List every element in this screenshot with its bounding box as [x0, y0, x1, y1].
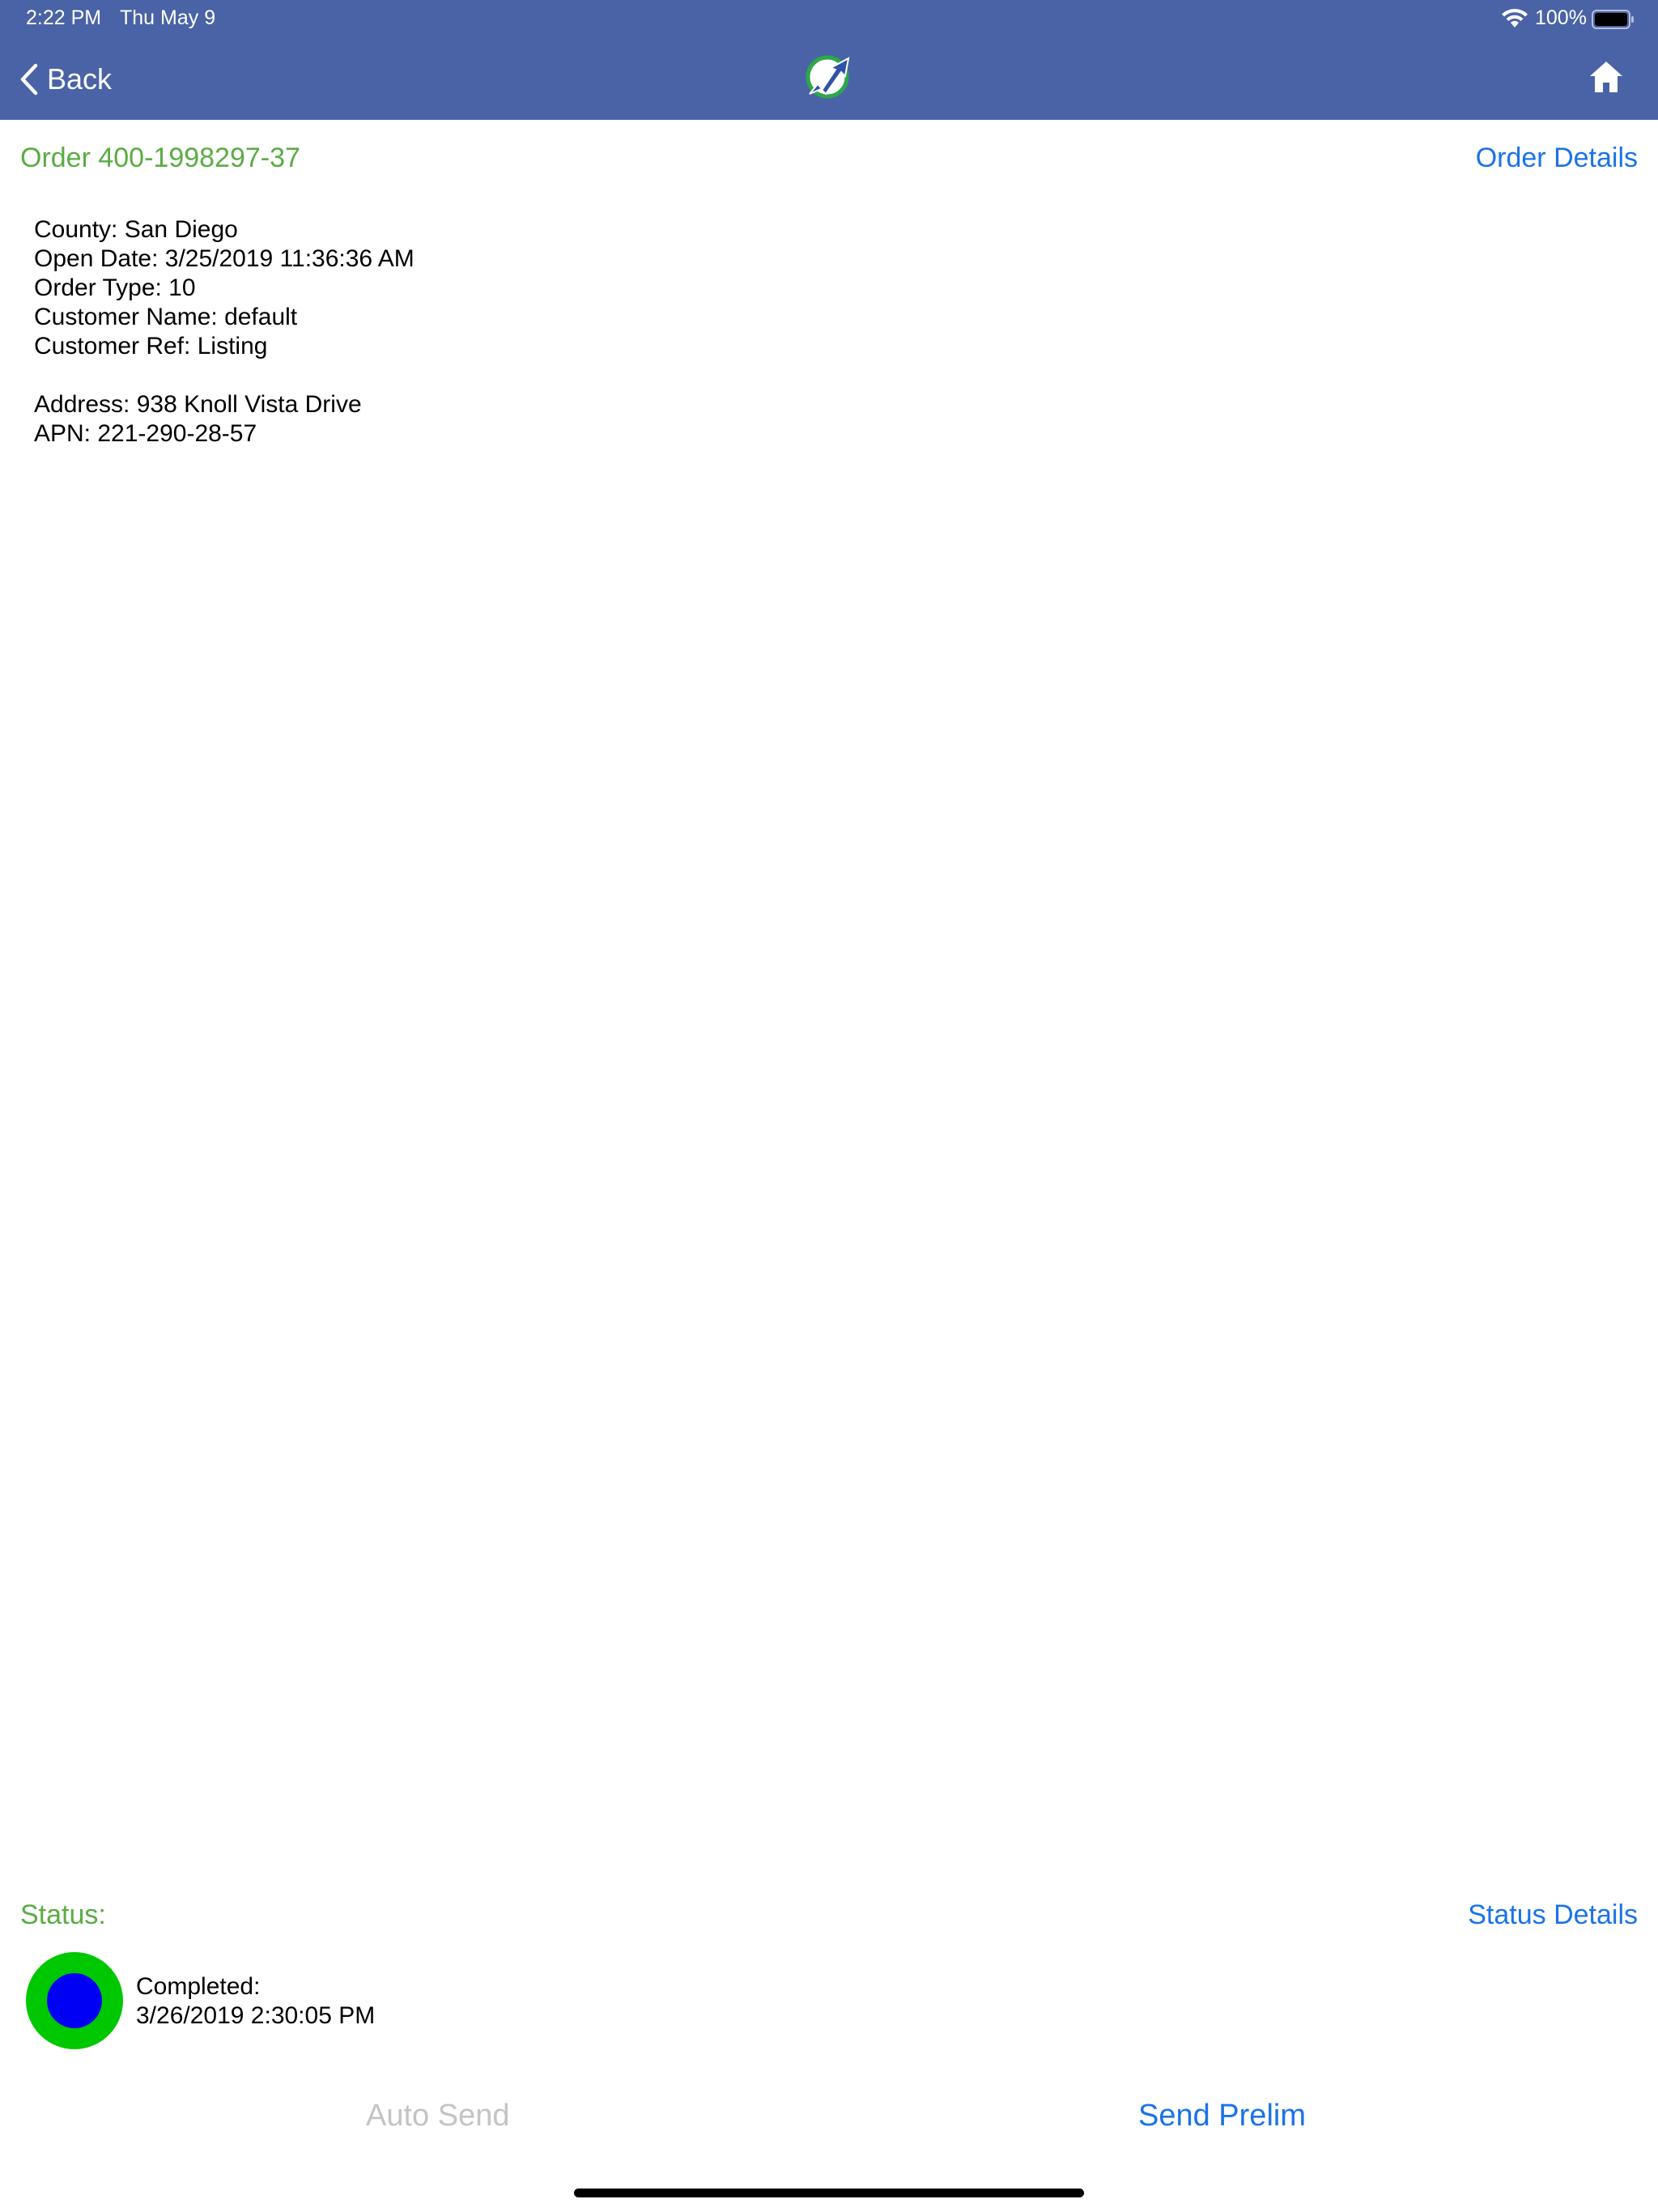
- battery-icon: [1592, 10, 1634, 29]
- open-date-text: Open Date: 3/25/2019 11:36:36 AM: [34, 245, 414, 272]
- county-text: County: San Diego: [34, 216, 238, 243]
- customer-name-text: Customer Name: default: [34, 304, 298, 330]
- chevron-left-icon: [20, 63, 38, 96]
- status-date: Thu May 9: [120, 6, 216, 29]
- order-info: County: San Diego Open Date: 3/25/2019 1…: [34, 215, 414, 449]
- address-text: Address: 938 Knoll Vista Drive: [34, 391, 362, 418]
- back-button[interactable]: Back: [19, 57, 112, 102]
- order-type-text: Order Type: 10: [34, 274, 196, 301]
- wifi-icon: [1502, 9, 1528, 28]
- status-timestamp: 3/26/2019 2:30:05 PM: [136, 2002, 376, 2029]
- home-indicator[interactable]: [574, 2189, 1084, 2197]
- auto-send-button[interactable]: Auto Send: [366, 2099, 509, 2133]
- status-state: Completed:: [136, 1973, 261, 2000]
- order-details-link[interactable]: Order Details: [1476, 143, 1638, 174]
- navigation-bar: 2:22 PM Thu May 9 100% Back: [0, 0, 1658, 120]
- order-title: Order 400-1998297-37: [20, 143, 300, 173]
- home-icon[interactable]: [1588, 60, 1624, 94]
- status-time: 2:22 PM: [26, 6, 102, 29]
- back-label: Back: [47, 62, 113, 96]
- status-text: Completed: 3/26/2019 2:30:05 PM: [136, 1972, 375, 2031]
- status-details-link[interactable]: Status Details: [1468, 1899, 1638, 1931]
- status-indicator-icon: [26, 1952, 123, 2049]
- system-status-bar: 2:22 PM Thu May 9 100%: [0, 0, 1658, 37]
- battery-percent: 100%: [1535, 6, 1587, 29]
- status-label: Status:: [20, 1899, 106, 1930]
- customer-ref-text: Customer Ref: Listing: [34, 333, 268, 359]
- app-logo-icon: [806, 55, 850, 99]
- status-indicator-inner: [47, 1973, 102, 2028]
- send-prelim-button[interactable]: Send Prelim: [1138, 2099, 1306, 2133]
- apn-text: APN: 221-290-28-57: [34, 420, 257, 447]
